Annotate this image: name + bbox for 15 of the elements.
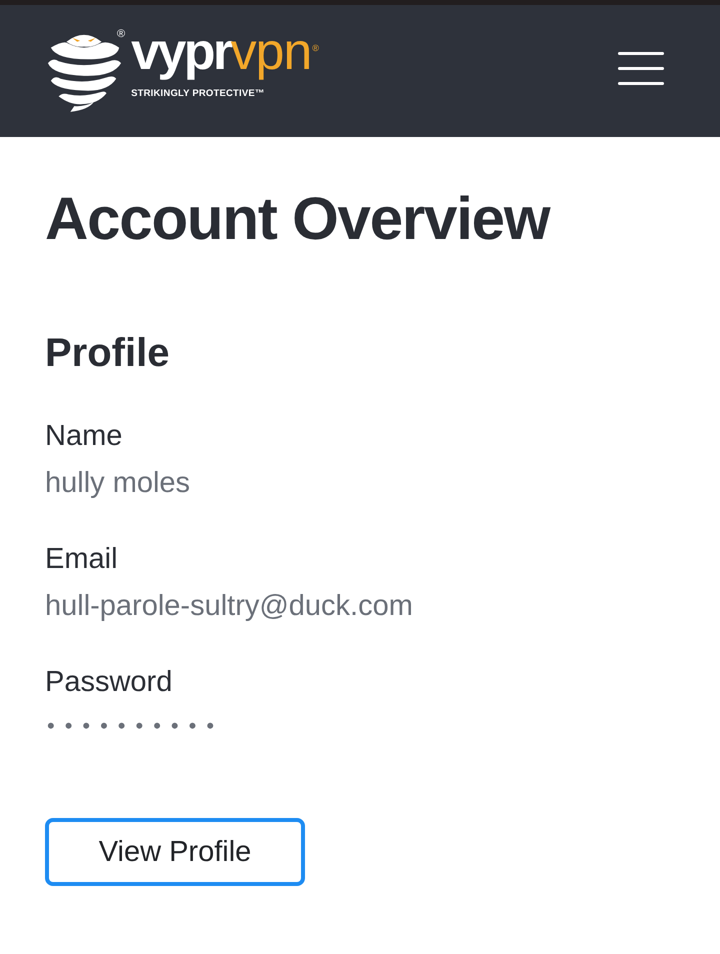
page-title: Account Overview	[45, 189, 550, 249]
section-title: Profile	[45, 333, 170, 373]
field-value: hully moles	[45, 469, 190, 498]
field-label: Email	[45, 545, 118, 574]
field-value: hull-parole-sultry@duck.com	[45, 592, 413, 621]
view-profile-button[interactable]: View Profile	[45, 818, 305, 886]
field-label: Name	[45, 422, 122, 451]
menu-button[interactable]	[618, 52, 664, 85]
menu-icon	[618, 52, 664, 85]
registered-mark: ®	[117, 29, 126, 40]
registered-mark: ®	[312, 44, 319, 53]
logo-tagline: STRIKINGLY PROTECTIVE™	[131, 89, 265, 98]
password-value: ••••••••••	[46, 715, 224, 737]
field-label: Password	[45, 668, 172, 697]
logo-wordmark: vyprvpn	[131, 22, 312, 82]
